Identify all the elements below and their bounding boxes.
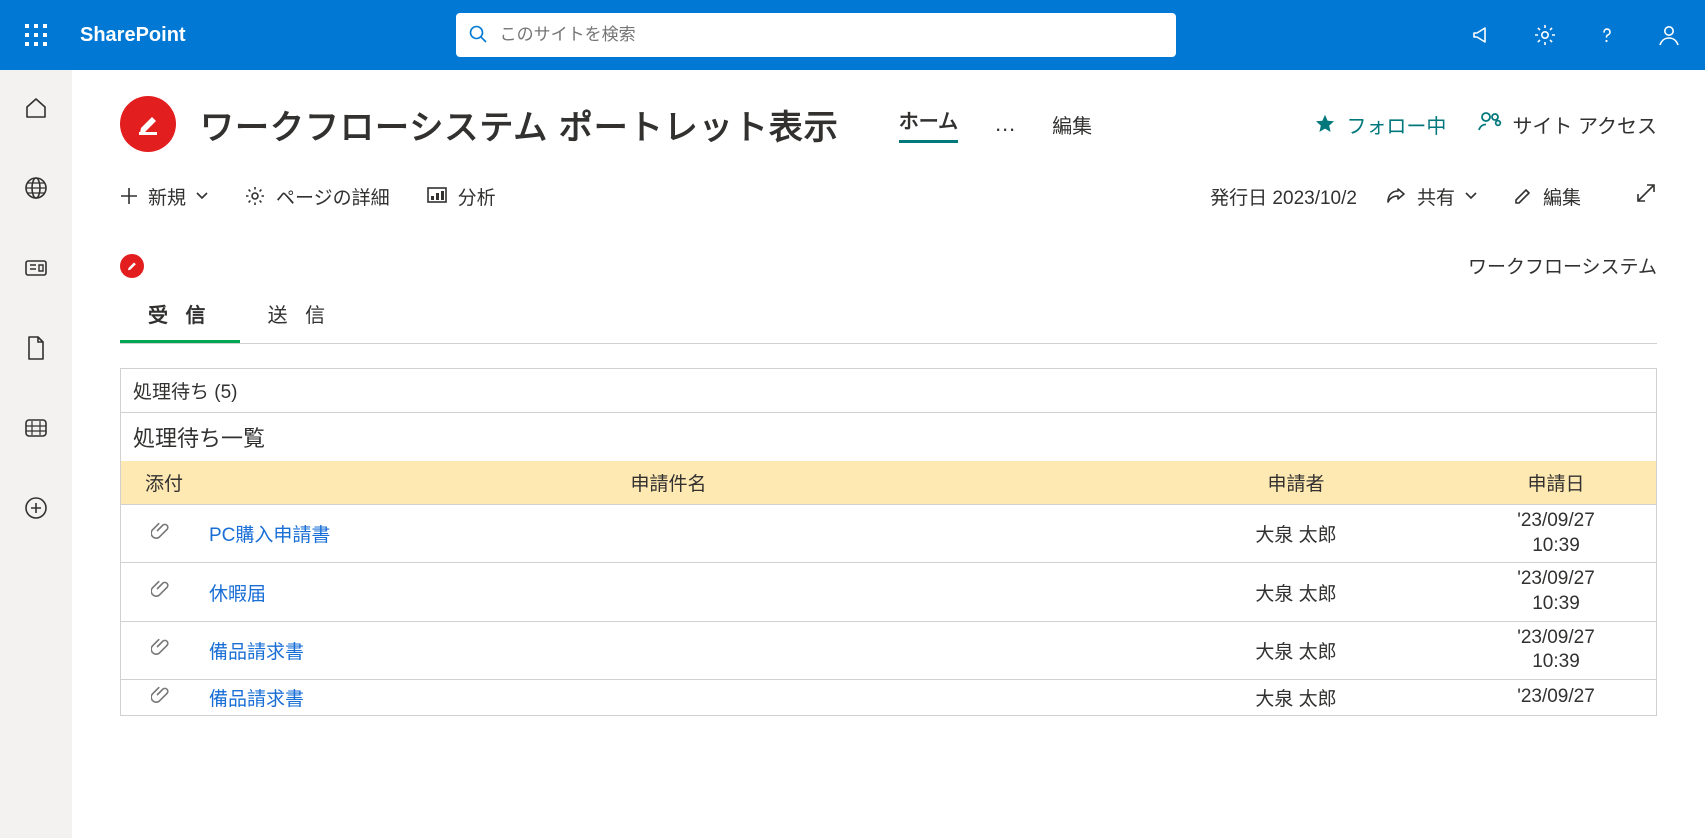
follow-button[interactable]: フォロー中 [1314, 110, 1446, 139]
suite-header: SharePoint [0, 0, 1705, 70]
share-label: 共有 [1417, 183, 1455, 210]
share-icon [1385, 186, 1407, 206]
paperclip-icon [151, 641, 171, 662]
edit-icon [1513, 186, 1533, 206]
col-subject[interactable]: 申請件名 [201, 461, 1136, 505]
star-filled-icon [1314, 113, 1336, 135]
paperclip-icon [151, 689, 171, 710]
publish-date: 発行日 2023/10/2 [1210, 183, 1357, 210]
follow-label: フォロー中 [1346, 110, 1446, 139]
page-details-button[interactable]: ページの詳細 [244, 183, 390, 210]
left-rail [0, 70, 72, 838]
file-icon[interactable] [16, 328, 56, 368]
col-applicant[interactable]: 申請者 [1136, 461, 1456, 505]
analytics-icon [426, 186, 448, 206]
date-cell: '23/09/2710:39 [1456, 621, 1656, 679]
table-row[interactable]: 備品請求書 大泉 太郎'23/09/27 [121, 680, 1656, 716]
site-header: ワークフローシステム ポートレット表示 ホーム … 編集 フォロー中 サ [72, 70, 1705, 162]
news-icon[interactable] [16, 248, 56, 288]
chevron-down-icon [1465, 192, 1477, 200]
paperclip-icon [151, 525, 171, 546]
site-access-button[interactable]: サイト アクセス [1478, 110, 1657, 139]
tab-inbox[interactable]: 受 信 [120, 287, 240, 343]
analytics-button[interactable]: 分析 [426, 183, 496, 210]
nav-home[interactable]: ホーム [899, 105, 958, 143]
applicant-cell: 大泉 太郎 [1136, 505, 1456, 563]
share-button[interactable]: 共有 [1385, 183, 1477, 210]
site-nav: ホーム … 編集 [899, 105, 1092, 143]
table-row[interactable]: PC購入申請書 大泉 太郎'23/09/2710:39 [121, 505, 1656, 563]
content-scroll[interactable]: ワークフローシステム 受 信 送 信 処理待ち (5) 処理待ち一覧 添付 申請… [72, 232, 1705, 838]
date-cell: '23/09/27 [1456, 680, 1656, 716]
chevron-down-icon [196, 192, 208, 200]
globe-icon[interactable] [16, 168, 56, 208]
webpart-header: ワークフローシステム [120, 252, 1657, 279]
table-row[interactable]: 備品請求書 大泉 太郎'23/09/2710:39 [121, 621, 1656, 679]
webpart-logo-icon [120, 254, 144, 278]
paperclip-icon [151, 583, 171, 604]
applicant-cell: 大泉 太郎 [1136, 563, 1456, 621]
site-access-label: サイト アクセス [1512, 110, 1657, 139]
page-details-label: ページの詳細 [276, 183, 390, 210]
brand-label[interactable]: SharePoint [80, 24, 186, 47]
inbox-tabs: 受 信 送 信 [120, 287, 1657, 344]
new-label: 新規 [148, 183, 186, 210]
expand-icon[interactable] [1635, 182, 1657, 210]
nav-edit[interactable]: 編集 [1052, 110, 1092, 139]
edit-label: 編集 [1543, 183, 1581, 210]
app-launcher-icon[interactable] [12, 11, 60, 59]
request-link[interactable]: 備品請求書 [209, 689, 304, 710]
new-button[interactable]: 新規 [120, 183, 208, 210]
webpart-system-name: ワークフローシステム [1468, 252, 1657, 279]
col-date[interactable]: 申請日 [1456, 461, 1656, 505]
search-input[interactable] [500, 25, 1164, 45]
people-icon [1478, 110, 1502, 138]
col-attach[interactable]: 添付 [121, 461, 201, 505]
gear-icon[interactable] [1529, 19, 1561, 51]
pending-table: 添付 申請件名 申請者 申請日 PC購入申請書大泉 太郎'23/09/2710:… [121, 461, 1656, 715]
pending-list-title: 処理待ち一覧 [121, 413, 1656, 461]
list-icon[interactable] [16, 408, 56, 448]
account-icon[interactable] [1653, 19, 1685, 51]
date-cell: '23/09/2710:39 [1456, 563, 1656, 621]
search-box[interactable] [456, 13, 1176, 57]
help-icon[interactable] [1591, 19, 1623, 51]
gear-icon [244, 185, 266, 207]
request-link[interactable]: 備品請求書 [209, 642, 304, 663]
analytics-label: 分析 [458, 183, 496, 210]
request-link[interactable]: 休暇届 [209, 584, 266, 605]
command-bar: 新規 ページの詳細 分析 発行日 2023/10/2 [72, 162, 1705, 232]
create-icon[interactable] [16, 488, 56, 528]
nav-more-icon[interactable]: … [994, 111, 1016, 137]
table-row[interactable]: 休暇届 大泉 太郎'23/09/2710:39 [121, 563, 1656, 621]
pending-box: 処理待ち (5) 処理待ち一覧 添付 申請件名 申請者 申請日 P [120, 368, 1657, 716]
applicant-cell: 大泉 太郎 [1136, 621, 1456, 679]
pending-count-header[interactable]: 処理待ち (5) [121, 368, 1656, 413]
megaphone-icon[interactable] [1467, 19, 1499, 51]
main-area: ワークフローシステム ポートレット表示 ホーム … 編集 フォロー中 サ [72, 70, 1705, 838]
site-logo[interactable] [120, 96, 176, 152]
site-title: ワークフローシステム ポートレット表示 [200, 100, 839, 149]
home-icon[interactable] [16, 88, 56, 128]
applicant-cell: 大泉 太郎 [1136, 680, 1456, 716]
tab-sent[interactable]: 送 信 [240, 287, 360, 343]
site-actions: フォロー中 サイト アクセス [1314, 110, 1657, 139]
search-icon [468, 24, 488, 47]
date-cell: '23/09/2710:39 [1456, 505, 1656, 563]
edit-button[interactable]: 編集 [1513, 183, 1581, 210]
request-link[interactable]: PC購入申請書 [209, 525, 330, 546]
suite-right-icons [1467, 19, 1685, 51]
